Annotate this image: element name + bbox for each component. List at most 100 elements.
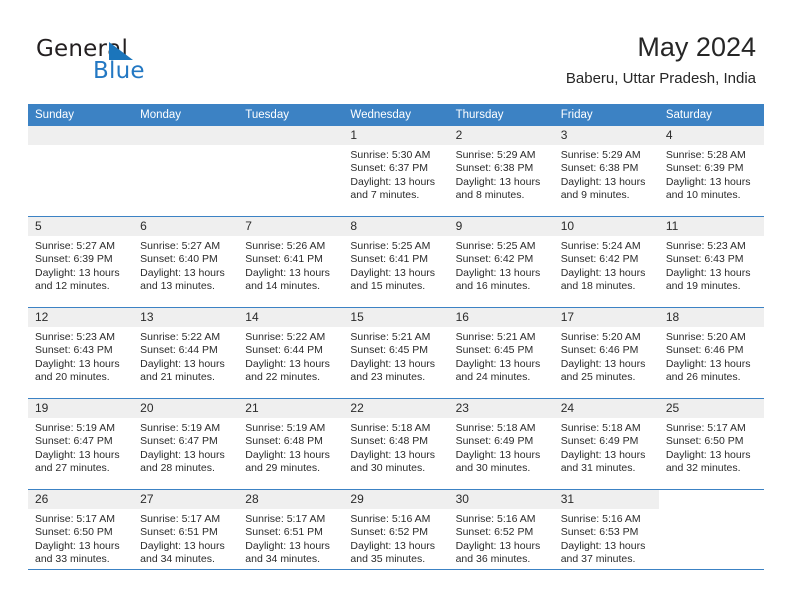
sun-info: Sunrise: 5:19 AM Sunset: 6:48 PM Daylight:… [238,418,343,476]
title-block: May 2024 Baberu, Uttar Pradesh, India [566,30,756,90]
calendar-day-cell[interactable]: 31 Sunrise: 5:16 AM Sunset: 6:53 PM Dayligh… [553,489,659,580]
logo-text-blue: Blue [93,58,145,84]
daylight-text: Daylight: 13 hours [455,448,541,461]
day-number: 2 [448,126,554,145]
sunrise-text: Sunrise: 5:17 AM [35,513,115,525]
calendar-day-cell[interactable]: 27 Sunrise: 5:17 AM Sunset: 6:51 PM Dayligh… [133,489,239,580]
calendar-day-cell[interactable]: 19 Sunrise: 5:19 AM Sunset: 6:47 PM Dayligh… [28,398,134,490]
sunset-text: Sunset: 6:52 PM [350,526,429,539]
sunset-text: Sunset: 6:48 PM [350,435,429,448]
sunset-text: Sunset: 6:51 PM [140,526,218,539]
daylight-text: Daylight: 13 hours [350,266,436,279]
daylight-text: Daylight: 13 hours [350,539,436,552]
daylight-text: Daylight: 13 hours [455,175,541,188]
page-title: May 2024 [637,32,756,62]
calendar-day-cell[interactable]: 3 Sunrise: 5:29 AM Sunset: 6:38 PM Daylight… [553,126,659,217]
sunset-text: Sunset: 6:41 PM [350,253,429,266]
calendar-day-cell[interactable]: 10 Sunrise: 5:24 AM Sunset: 6:42 PM Dayligh… [553,216,659,308]
sunset-text: Sunset: 6:42 PM [455,253,534,266]
sunrise-text: Sunrise: 5:25 AM [350,240,431,252]
sunrise-text: Sunrise: 5:22 AM [140,331,221,343]
calendar-day-cell[interactable]: 11 Sunrise: 5:23 AM Sunset: 6:43 PM Dayligh… [658,216,764,308]
sun-info: Sunrise: 5:30 AM Sunset: 6:37 PM Daylight:… [343,145,448,203]
daylight-text-cont: and 27 minutes. [35,462,110,475]
calendar-day-cell[interactable]: 22 Sunrise: 5:18 AM Sunset: 6:48 PM Dayligh… [343,398,449,490]
daylight-text-cont: and 9 minutes. [560,189,630,202]
sun-info: Sunrise: 5:21 AM Sunset: 6:45 PM Daylight:… [449,327,554,385]
calendar-day-cell[interactable]: 18 Sunrise: 5:20 AM Sunset: 6:46 PM Dayligh… [658,307,764,399]
day-number: 31 [553,490,659,509]
calendar-day-cell[interactable]: 8 Sunrise: 5:25 AM Sunset: 6:41 PM Daylight… [343,216,449,308]
day-number: 1 [343,126,449,145]
calendar-day-cell[interactable]: 28 Sunrise: 5:17 AM Sunset: 6:51 PM Dayligh… [238,489,344,580]
calendar-day-cell[interactable]: 16 Sunrise: 5:21 AM Sunset: 6:45 PM Dayligh… [448,307,554,399]
calendar-day-cell[interactable]: 15 Sunrise: 5:21 AM Sunset: 6:45 PM Dayligh… [343,307,449,399]
sun-info: Sunrise: 5:22 AM Sunset: 6:44 PM Daylight:… [238,327,343,385]
calendar-day-cell[interactable]: 5 Sunrise: 5:27 AM Sunset: 6:39 PM Daylight… [28,216,134,308]
day-number: 22 [343,399,449,418]
sunrise-text: Sunrise: 5:22 AM [245,331,326,343]
sun-info: Sunrise: 5:26 AM Sunset: 6:41 PM Daylight:… [238,236,343,294]
calendar-day-cell[interactable]: 25 Sunrise: 5:17 AM Sunset: 6:50 PM Dayligh… [658,398,764,490]
daylight-text: Daylight: 13 hours [455,266,541,279]
daylight-text-cont: and 31 minutes. [560,462,636,475]
sunrise-text: Sunrise: 5:18 AM [455,422,536,434]
calendar-day-cell[interactable]: 20 Sunrise: 5:19 AM Sunset: 6:47 PM Dayligh… [133,398,239,490]
day-number: 29 [343,490,449,509]
sunrise-text: Sunrise: 5:16 AM [560,513,641,525]
sun-info: Sunrise: 5:25 AM Sunset: 6:42 PM Daylight:… [449,236,554,294]
sunrise-text: Sunrise: 5:27 AM [140,240,221,252]
calendar-day-cell[interactable]: 9 Sunrise: 5:25 AM Sunset: 6:42 PM Daylight… [448,216,554,308]
sunset-text: Sunset: 6:48 PM [245,435,323,448]
day-number: 10 [553,217,659,236]
daylight-text: Daylight: 13 hours [665,175,751,188]
daylight-text: Daylight: 13 hours [665,357,751,370]
sunset-text: Sunset: 6:50 PM [35,526,113,539]
sun-info: Sunrise: 5:27 AM Sunset: 6:39 PM Daylight:… [28,236,133,294]
daylight-text: Daylight: 13 hours [35,448,120,461]
sunrise-text: Sunrise: 5:18 AM [350,422,431,434]
day-number: 17 [553,308,659,327]
calendar-week-row: 1 Sunrise: 5:30 AM Sunset: 6:37 PM Daylight… [28,126,764,217]
calendar-day-cell[interactable]: 12 Sunrise: 5:23 AM Sunset: 6:43 PM Dayligh… [28,307,134,399]
weekday-header-wednesday: Wednesday [343,104,449,126]
calendar-empty-cell [238,126,344,217]
sunset-text: Sunset: 6:38 PM [560,162,639,175]
calendar-day-cell[interactable]: 26 Sunrise: 5:17 AM Sunset: 6:50 PM Dayligh… [28,489,134,580]
calendar-day-cell[interactable]: 1 Sunrise: 5:30 AM Sunset: 6:37 PM Daylight… [343,126,449,217]
calendar-day-cell[interactable]: 14 Sunrise: 5:22 AM Sunset: 6:44 PM Dayligh… [238,307,344,399]
sunset-text: Sunset: 6:42 PM [560,253,639,266]
day-number: 25 [658,399,764,418]
location-subtitle: Baberu, Uttar Pradesh, India [565,70,756,87]
sunset-text: Sunset: 6:46 PM [560,344,639,357]
daylight-text: Daylight: 13 hours [245,357,330,370]
calendar-day-cell[interactable]: 6 Sunrise: 5:27 AM Sunset: 6:40 PM Daylight… [133,216,239,308]
daylight-text-cont: and 15 minutes. [350,280,426,293]
sunset-text: Sunset: 6:51 PM [245,526,323,539]
daylight-text-cont: and 22 minutes. [245,371,320,384]
day-number: 7 [238,217,344,236]
calendar-day-cell[interactable]: 24 Sunrise: 5:18 AM Sunset: 6:49 PM Dayligh… [553,398,659,490]
calendar-day-cell[interactable]: 29 Sunrise: 5:16 AM Sunset: 6:52 PM Dayligh… [343,489,449,580]
sunset-text: Sunset: 6:39 PM [35,253,113,266]
calendar-day-cell[interactable]: 2 Sunrise: 5:29 AM Sunset: 6:38 PM Daylight… [448,126,554,217]
sunset-text: Sunset: 6:47 PM [35,435,113,448]
sunset-text: Sunset: 6:41 PM [245,253,323,266]
weekday-header-friday: Friday [553,104,659,126]
sun-info: Sunrise: 5:18 AM Sunset: 6:49 PM Daylight:… [449,418,554,476]
daylight-text-cont: and 26 minutes. [665,371,741,384]
calendar-week-row: 12 Sunrise: 5:23 AM Sunset: 6:43 PM Dayligh… [28,307,764,399]
day-number: 13 [133,308,239,327]
calendar-day-cell[interactable]: 30 Sunrise: 5:16 AM Sunset: 6:52 PM Dayligh… [448,489,554,580]
calendar-day-cell[interactable]: 17 Sunrise: 5:20 AM Sunset: 6:46 PM Dayligh… [553,307,659,399]
calendar-day-cell[interactable]: 13 Sunrise: 5:22 AM Sunset: 6:44 PM Dayligh… [133,307,239,399]
calendar-day-cell[interactable]: 23 Sunrise: 5:18 AM Sunset: 6:49 PM Dayligh… [448,398,554,490]
sun-info: Sunrise: 5:20 AM Sunset: 6:46 PM Daylight:… [659,327,764,385]
weekday-header-sunday: Sunday [28,104,134,126]
calendar-day-cell[interactable]: 21 Sunrise: 5:19 AM Sunset: 6:48 PM Dayligh… [238,398,344,490]
calendar-day-cell[interactable]: 4 Sunrise: 5:28 AM Sunset: 6:39 PM Daylight… [658,126,764,217]
calendar-empty-cell [658,489,764,580]
calendar-day-cell[interactable]: 7 Sunrise: 5:26 AM Sunset: 6:41 PM Daylight… [238,216,344,308]
weekday-header-row: Sunday Monday Tuesday Wednesday Thursday Frid… [28,104,764,126]
weekday-header-saturday: Saturday [658,104,764,126]
